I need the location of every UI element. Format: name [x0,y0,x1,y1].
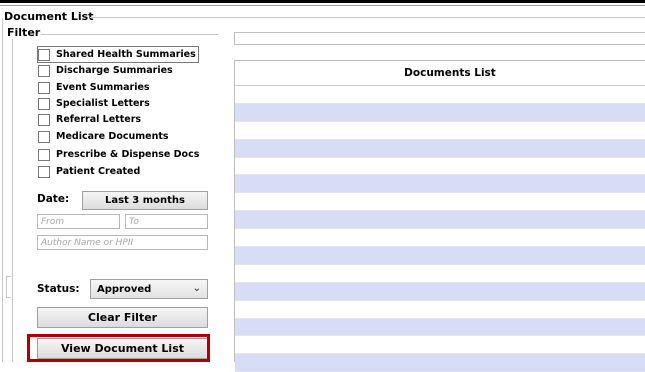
checkbox-box[interactable] [38,64,50,77]
status-label: Status: [37,283,80,295]
filter-title: Filter [6,26,42,39]
table-row[interactable] [235,193,645,212]
checkbox-box[interactable] [38,81,50,94]
top-border-thin [0,5,645,6]
checkbox-box[interactable] [38,148,50,161]
panel-title: Document List [4,10,94,23]
checkbox-label: Patient Created [56,166,141,177]
chevron-down-icon: ⌄ [192,283,201,294]
checkbox-label: Shared Health Summaries [56,49,196,60]
panel-left-border [2,18,3,362]
panel-title-divider [90,17,645,18]
documents-grid: Documents List [234,60,645,372]
checkbox-medicare-documents[interactable]: Medicare Documents [38,129,169,144]
highlight-box [27,334,210,362]
checkbox-label: Specialist Letters [56,98,150,109]
checkbox-box[interactable] [38,48,50,61]
table-row[interactable] [235,103,645,122]
author-input[interactable]: Author Name or HPII [37,235,208,250]
checkbox-label: Referral Letters [56,114,142,125]
table-row[interactable] [235,229,645,248]
checkbox-box[interactable] [38,97,50,110]
from-date-input[interactable]: From [37,214,120,229]
checkbox-box[interactable] [38,165,50,178]
grid-header: Documents List [235,61,645,86]
table-row[interactable] [235,158,645,176]
checkbox-label: Medicare Documents [56,131,169,142]
table-row[interactable] [235,247,645,265]
checkbox-label: Event Summaries [56,82,150,93]
checkbox-box[interactable] [38,113,50,126]
checkbox-specialist-letters[interactable]: Specialist Letters [38,96,150,111]
side-tab [6,276,11,298]
table-row[interactable] [235,301,645,319]
checkbox-referral-letters[interactable]: Referral Letters [38,112,141,127]
checkbox-patient-created[interactable]: Patient Created [38,164,140,179]
top-border [0,0,645,3]
to-date-input[interactable]: To [125,214,208,229]
date-label: Date: [37,193,70,205]
checkbox-prescribe-dispense-docs[interactable]: Prescribe & Dispense Docs [38,147,199,162]
checkbox-shared-health-summaries[interactable]: Shared Health Summaries [37,46,199,63]
table-row[interactable] [235,318,645,337]
table-row[interactable] [235,175,645,194]
table-row[interactable] [235,336,645,355]
table-row[interactable] [235,86,645,104]
table-row[interactable] [235,211,645,230]
checkbox-label: Prescribe & Dispense Docs [56,149,200,160]
status-value: Approved [97,283,152,295]
checkbox-box[interactable] [38,130,50,143]
date-range-button[interactable]: Last 3 months [82,191,208,210]
table-row[interactable] [235,282,645,301]
table-row[interactable] [235,139,645,158]
table-row[interactable] [235,354,645,372]
checkbox-label: Discharge Summaries [56,65,173,76]
search-bar[interactable] [234,32,645,45]
checkbox-event-summaries[interactable]: Event Summaries [38,80,150,95]
checkbox-discharge-summaries[interactable]: Discharge Summaries [38,63,173,78]
clear-filter-button[interactable]: Clear Filter [37,307,208,328]
table-row[interactable] [235,122,645,140]
table-row[interactable] [235,265,645,283]
status-select[interactable]: Approved ⌄ [90,279,208,299]
